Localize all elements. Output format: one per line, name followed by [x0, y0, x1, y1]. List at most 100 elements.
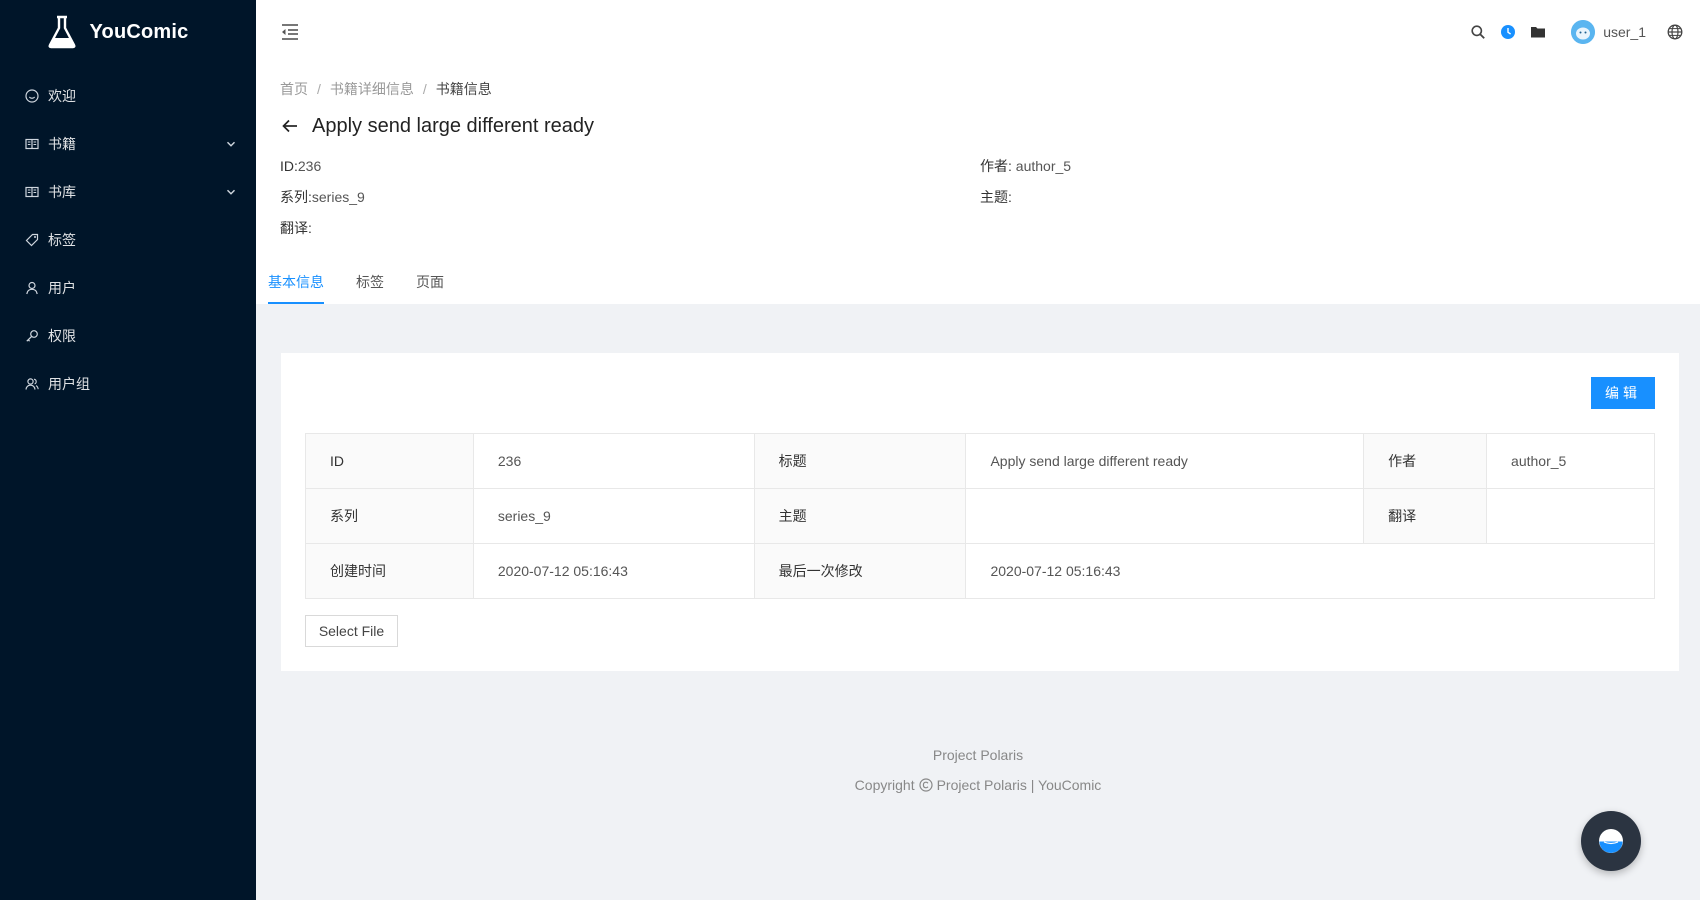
- breadcrumb-book-detail[interactable]: 书籍详细信息: [330, 79, 414, 99]
- tab-basic-info[interactable]: 基本信息: [268, 258, 324, 304]
- cell-label-author: 作者: [1363, 433, 1488, 489]
- info-card: 编辑 ID 236 标题 Apply send large different …: [281, 353, 1679, 671]
- search-button[interactable]: [1463, 0, 1493, 64]
- sidebar-item-permissions[interactable]: 权限: [0, 312, 256, 360]
- sidebar: YouComic 欢迎 书籍 书库 标签 用户 权限 用户组: [0, 0, 256, 900]
- breadcrumb: 首页 / 书籍详细信息 / 书籍信息: [280, 78, 1676, 100]
- language-button[interactable]: [1660, 0, 1690, 64]
- arrow-left-icon: [282, 119, 297, 133]
- cell-value-theme: [965, 488, 1365, 544]
- theme-field: 主题:: [980, 187, 1012, 207]
- table-row: ID 236 标题 Apply send large different rea…: [305, 433, 1655, 489]
- page-header: 首页 / 书籍详细信息 / 书籍信息 Apply send large diff…: [256, 64, 1700, 304]
- sidebar-item-books[interactable]: 书籍: [0, 120, 256, 168]
- tab-tags[interactable]: 标签: [356, 258, 384, 304]
- select-file-button[interactable]: Select File: [305, 615, 398, 647]
- footer-link[interactable]: Project Polaris: [933, 747, 1023, 763]
- logo[interactable]: YouComic: [0, 0, 256, 64]
- smile-icon: [24, 88, 40, 104]
- top-header: user_1: [256, 0, 1700, 64]
- table-row: 创建时间 2020-07-12 05:16:43 最后一次修改 2020-07-…: [305, 543, 1655, 599]
- author-value: author_5: [1015, 157, 1072, 174]
- table-row: 系列 series_9 主题 翻译: [305, 488, 1655, 544]
- clock-button[interactable]: [1493, 0, 1523, 64]
- cell-label-title: 标题: [753, 433, 967, 489]
- chevron-down-icon: [224, 185, 238, 199]
- cell-label-translator: 翻译: [1363, 488, 1488, 544]
- cell-value-modified: 2020-07-12 05:16:43: [965, 543, 1655, 599]
- cell-value-title: Apply send large different ready: [965, 433, 1365, 489]
- copyright-prefix: Copyright: [854, 777, 915, 793]
- folder-button[interactable]: [1523, 0, 1553, 64]
- copyright-text: Project Polaris | YouComic: [936, 777, 1102, 793]
- cell-value-translator: [1486, 488, 1655, 544]
- desc-row: 翻译:: [280, 212, 1676, 243]
- breadcrumb-separator: /: [317, 81, 321, 97]
- breadcrumb-current: 书籍信息: [435, 81, 492, 97]
- author-field: 作者: author_5: [980, 156, 1071, 176]
- user-icon: [24, 280, 40, 296]
- sidebar-item-library[interactable]: 书库: [0, 168, 256, 216]
- user-menu[interactable]: user_1: [1553, 0, 1660, 64]
- tab-pages[interactable]: 页面: [416, 258, 444, 304]
- chevron-down-icon: [224, 137, 238, 151]
- user-name: user_1: [1603, 24, 1646, 40]
- library-icon: [24, 184, 40, 200]
- clock-icon: [1501, 25, 1516, 39]
- cell-value-id: 236: [472, 433, 755, 489]
- title-row: Apply send large different ready: [280, 110, 1676, 142]
- desc-row: 系列: series_9 主题:: [280, 181, 1676, 212]
- cell-value-created: 2020-07-12 05:16:43: [472, 543, 755, 599]
- floating-assistant-button[interactable]: [1581, 811, 1641, 871]
- avatar: [1571, 20, 1596, 44]
- folder-icon: [1531, 27, 1546, 38]
- series-label: 系列:: [280, 188, 312, 205]
- back-button[interactable]: [280, 116, 300, 136]
- cell-label-id: ID: [305, 433, 474, 489]
- cell-label-series: 系列: [305, 488, 474, 544]
- tabs: 基本信息 标签 页面: [268, 258, 476, 304]
- edit-button[interactable]: 编辑: [1591, 377, 1655, 409]
- sidebar-item-welcome[interactable]: 欢迎: [0, 72, 256, 120]
- author-label: 作者:: [980, 157, 1012, 174]
- sidebar-item-label: 用户组: [48, 376, 90, 392]
- avatar-icon: [1571, 20, 1596, 44]
- series-value: series_9: [311, 188, 365, 205]
- key-icon: [24, 328, 40, 344]
- app-name: YouComic: [89, 20, 189, 43]
- menu-fold-button[interactable]: [258, 0, 322, 64]
- info-table: ID 236 标题 Apply send large different rea…: [305, 433, 1655, 599]
- sidebar-item-label: 标签: [48, 232, 76, 248]
- sidebar-item-usergroups[interactable]: 用户组: [0, 360, 256, 408]
- assistant-icon: [1599, 829, 1623, 853]
- book-description: ID: 236 作者: author_5 系列: series_9 主题: 翻译…: [280, 150, 1676, 243]
- cell-value-author: author_5: [1486, 433, 1655, 489]
- sidebar-item-tags[interactable]: 标签: [0, 216, 256, 264]
- team-icon: [24, 376, 40, 392]
- header-actions: user_1: [1463, 0, 1700, 64]
- globe-icon: [1667, 24, 1683, 40]
- desc-row: ID: 236 作者: author_5: [280, 150, 1676, 181]
- copyright-icon: [918, 778, 933, 792]
- translator-label: 翻译:: [280, 219, 312, 236]
- breadcrumb-home[interactable]: 首页: [280, 79, 308, 99]
- page-title: Apply send large different ready: [312, 114, 595, 137]
- menu-fold-icon: [282, 24, 298, 40]
- cell-label-modified: 最后一次修改: [753, 543, 967, 599]
- copyright: Copyright Project Polaris | YouComic: [256, 774, 1700, 796]
- cell-label-theme: 主题: [753, 488, 967, 544]
- theme-label: 主题:: [980, 188, 1012, 205]
- id-value: 236: [297, 157, 322, 174]
- sidebar-item-label: 书籍: [48, 136, 76, 152]
- sidebar-item-users[interactable]: 用户: [0, 264, 256, 312]
- breadcrumb-separator: /: [422, 81, 427, 97]
- tag-icon: [24, 232, 40, 248]
- book-icon: [24, 136, 40, 152]
- sidebar-item-label: 欢迎: [48, 88, 76, 104]
- id-label: ID:: [280, 157, 298, 174]
- sidebar-item-label: 书库: [48, 184, 76, 200]
- sidebar-item-label: 用户: [48, 280, 76, 296]
- cell-value-series: series_9: [472, 488, 755, 544]
- sidebar-item-label: 权限: [48, 328, 76, 344]
- search-icon: [1471, 25, 1486, 39]
